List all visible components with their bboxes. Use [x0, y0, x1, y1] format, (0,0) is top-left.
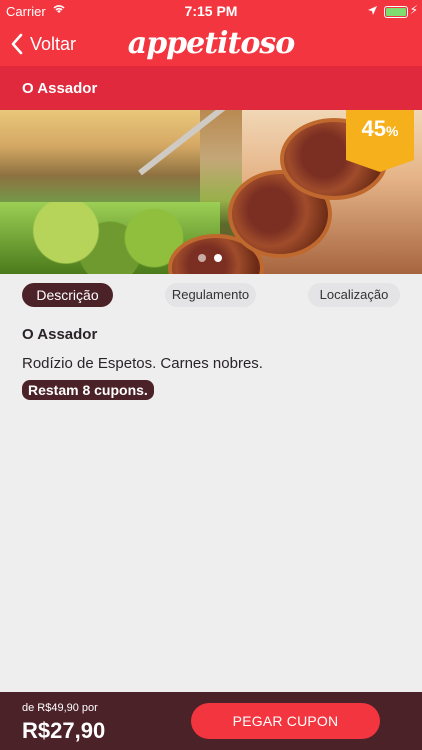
discount-badge: 45%: [346, 110, 414, 172]
tab-descricao[interactable]: Descrição: [22, 283, 113, 307]
restaurant-image-carousel[interactable]: 45%: [0, 110, 422, 274]
app-logo: appetitoso: [127, 26, 296, 61]
tab-localizacao[interactable]: Localização: [308, 283, 400, 307]
restaurant-name: O Assador: [22, 326, 98, 343]
status-time: 7:15 PM: [184, 3, 238, 19]
battery-icon: [384, 6, 408, 18]
location-arrow-icon: [367, 4, 378, 19]
discount-percent: %: [386, 123, 399, 139]
carousel-dot[interactable]: [198, 254, 206, 262]
get-coupon-button[interactable]: PEGAR CUPON: [191, 703, 380, 739]
discount-value: 45: [361, 116, 387, 141]
description-panel: O Assador Rodízio de Espetos. Carnes nob…: [22, 326, 402, 400]
original-price: de R$49,90 por: [22, 702, 98, 714]
restaurant-description: Rodízio de Espetos. Carnes nobres.: [22, 355, 263, 372]
tab-regulamento[interactable]: Regulamento: [165, 283, 256, 307]
purchase-bar: de R$49,90 por R$27,90 PEGAR CUPON: [0, 692, 422, 750]
carousel-dots: [198, 254, 222, 262]
restaurant-title-bar: O Assador: [0, 66, 422, 110]
status-bar: Carrier 7:15 PM ⚡: [0, 0, 422, 22]
remaining-coupons-badge: Restam 8 cupons.: [22, 380, 154, 400]
carousel-dot-active[interactable]: [214, 254, 222, 262]
tab-bar: Descrição Regulamento Localização: [0, 283, 422, 309]
charging-bolt-icon: ⚡: [409, 3, 418, 17]
app-header: Carrier 7:15 PM ⚡ Voltar appetitoso: [0, 0, 422, 66]
offer-price: R$27,90: [22, 718, 106, 743]
page-title: O Assador: [22, 80, 98, 97]
